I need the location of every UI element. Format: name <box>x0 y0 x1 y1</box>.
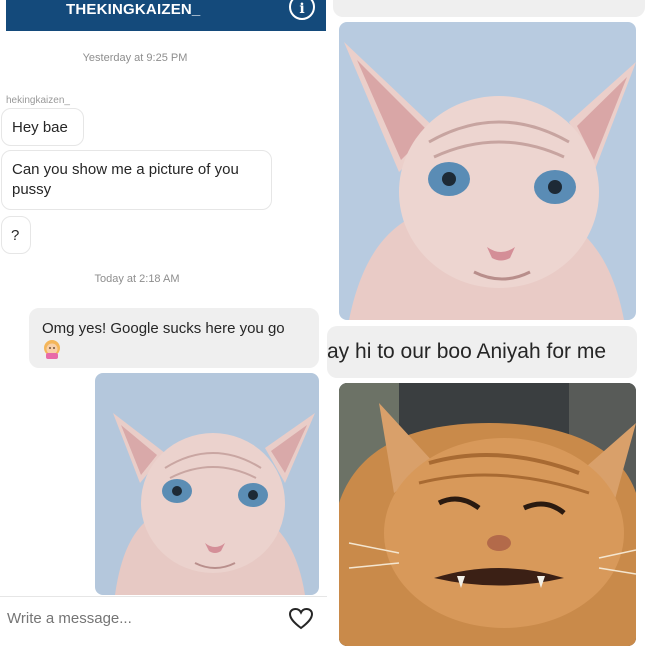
message-composer <box>0 596 327 649</box>
orange-cat-image <box>339 383 636 646</box>
info-icon[interactable]: i <box>289 0 315 20</box>
chat-username[interactable]: THEKINGKAIZEN_ <box>66 1 200 18</box>
message-input[interactable] <box>5 609 279 628</box>
sphynx-cat-image <box>95 373 319 595</box>
sent-photo-grumpy-cat[interactable] <box>339 383 636 646</box>
message-text: Can you show me a picture of you pussy <box>12 161 239 198</box>
heart-icon[interactable] <box>288 607 314 631</box>
left-chat-panel: THEKINGKAIZEN_ i Yesterday at 9:25 PM he… <box>0 0 327 656</box>
message-bubble: Can you show me a picture of you pussy <box>1 150 272 210</box>
message-bubble-sent: Omg yes! Google sucks here you go <box>29 308 319 368</box>
timestamp: Yesterday at 9:25 PM <box>82 52 188 64</box>
right-chat-panel: ay hi to our boo Aniyah for me <box>327 0 650 656</box>
sphynx-cat-image <box>339 22 636 320</box>
timestamp: Today at 2:18 AM <box>94 273 180 285</box>
sent-photo-sphynx-cat[interactable] <box>339 22 636 320</box>
message-bubble: Hey bae <box>1 108 84 146</box>
message-bubble-partial <box>333 0 645 17</box>
message-bubble: ? <box>1 216 31 254</box>
message-text: ay hi to our boo Aniyah for me <box>327 340 606 363</box>
chat-header: THEKINGKAIZEN_ i <box>6 0 326 31</box>
sent-photo-sphynx-cat[interactable] <box>95 373 319 595</box>
message-text: Omg yes! Google sucks here you go <box>42 320 285 337</box>
emoji-icon <box>44 340 60 359</box>
message-text: ? <box>11 227 20 244</box>
sender-name: hekingkaizen_ <box>6 95 70 106</box>
message-bubble-sent: ay hi to our boo Aniyah for me <box>327 326 637 378</box>
message-text: Hey bae <box>12 119 68 136</box>
